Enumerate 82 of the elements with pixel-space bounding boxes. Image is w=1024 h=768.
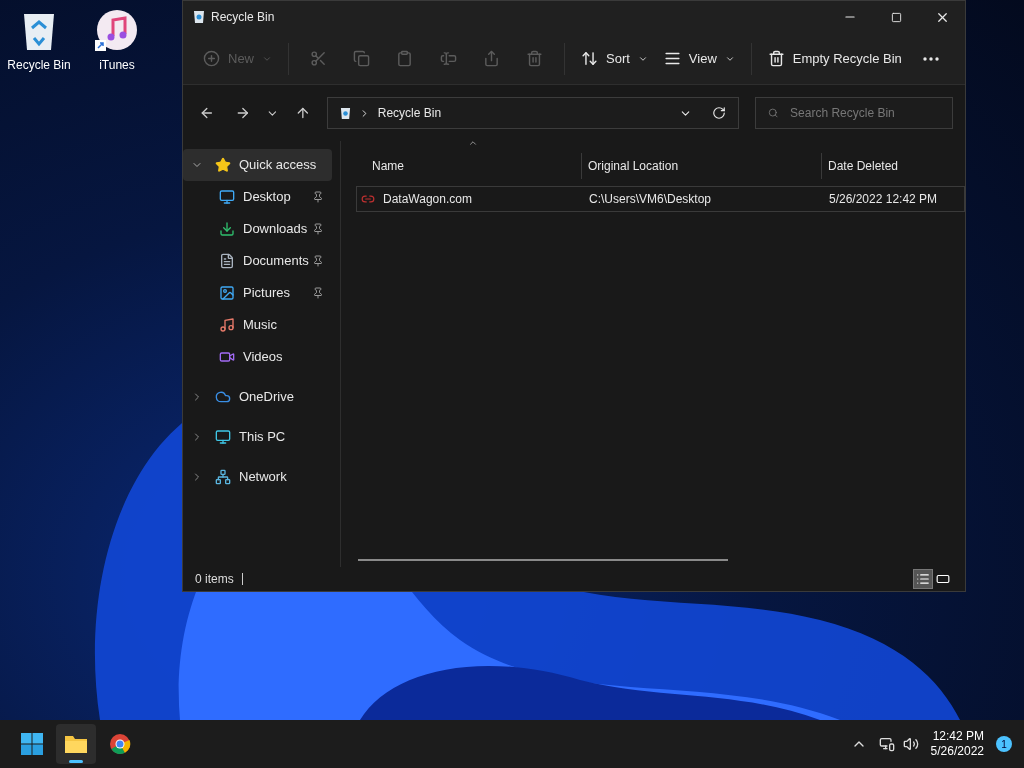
notification-badge[interactable]: 1 bbox=[996, 736, 1012, 752]
new-icon bbox=[203, 50, 220, 67]
refresh-icon[interactable] bbox=[711, 106, 726, 120]
music-icon bbox=[219, 317, 235, 333]
empty-button[interactable]: Empty Recycle Bin bbox=[759, 41, 910, 76]
sort-ascending-icon bbox=[468, 138, 478, 148]
pin-icon[interactable] bbox=[312, 191, 324, 203]
address-bar[interactable]: Recycle Bin bbox=[326, 97, 739, 129]
desktop-icon-label: Recycle Bin bbox=[7, 57, 71, 74]
sidebar-label: Music bbox=[243, 316, 278, 335]
sidebar-item[interactable]: Videos bbox=[183, 341, 332, 373]
search-field[interactable]: Search Recycle Bin bbox=[754, 97, 953, 129]
rectangle-icon bbox=[936, 572, 950, 586]
browser-logo-icon bbox=[109, 733, 131, 755]
details-view-button[interactable] bbox=[913, 569, 933, 589]
desktop-icon[interactable]: Recycle Bin bbox=[1, 8, 77, 74]
window-title: Recycle Bin bbox=[211, 9, 276, 26]
recycle-bin-icon bbox=[193, 10, 205, 24]
desktop-icon[interactable]: iTunes bbox=[79, 8, 155, 74]
column-header[interactable]: Name bbox=[356, 153, 582, 179]
video-icon bbox=[219, 349, 235, 365]
monitor-icon bbox=[219, 189, 235, 205]
sort-button[interactable]: Sort bbox=[573, 41, 656, 76]
column-header[interactable]: Date Deleted bbox=[822, 153, 899, 179]
sidebar-label: Network bbox=[239, 468, 288, 487]
clock[interactable]: 12:42 PM 5/26/2022 bbox=[930, 729, 984, 759]
sidebar-label: Quick access bbox=[239, 156, 318, 175]
horizontal-scrollbar[interactable] bbox=[358, 559, 728, 561]
sidebar-item[interactable]: Pictures bbox=[183, 277, 332, 309]
shortcut-file-icon bbox=[361, 192, 375, 206]
cloud-icon bbox=[215, 389, 231, 405]
pin-icon[interactable] bbox=[312, 287, 324, 299]
computer-icon bbox=[215, 429, 231, 445]
desktop-icon-label: iTunes bbox=[99, 57, 135, 74]
sidebar-label: Pictures bbox=[243, 284, 291, 303]
view-icon bbox=[663, 50, 681, 67]
sidebar-item[interactable]: OneDrive bbox=[183, 381, 332, 413]
column-header[interactable]: Original Location bbox=[582, 153, 822, 179]
table-cell-text: DataWagon.com bbox=[383, 191, 472, 208]
back-button[interactable] bbox=[199, 105, 215, 121]
sidebar-item[interactable]: Downloads bbox=[183, 213, 332, 245]
sidebar-item[interactable]: Music bbox=[183, 309, 332, 341]
sort-icon bbox=[581, 50, 598, 67]
sidebar-label: Videos bbox=[243, 348, 284, 367]
sidebar-item[interactable]: Quick access bbox=[183, 149, 332, 181]
sidebar-label: Desktop bbox=[243, 188, 292, 207]
sidebar-label: This PC bbox=[239, 428, 287, 447]
search-icon bbox=[767, 107, 779, 119]
sidebar-label: OneDrive bbox=[239, 388, 295, 407]
up-button[interactable] bbox=[295, 105, 311, 121]
windows-logo-icon bbox=[20, 732, 44, 756]
network-status-icon[interactable] bbox=[878, 736, 895, 752]
volume-icon[interactable] bbox=[902, 736, 919, 752]
sidebar-item[interactable]: This PC bbox=[183, 421, 332, 453]
table-cell-text: 5/26/2022 12:42 PM bbox=[828, 191, 938, 208]
sidebar-label: Documents bbox=[243, 252, 310, 271]
item-count: 0 items bbox=[195, 571, 234, 588]
pin-icon[interactable] bbox=[312, 255, 324, 267]
document-icon bbox=[219, 253, 235, 269]
recycle-bin-icon bbox=[339, 106, 351, 120]
view-button[interactable]: View bbox=[655, 41, 743, 76]
clock-date: 5/26/2022 bbox=[930, 744, 984, 759]
download-icon bbox=[219, 221, 235, 237]
folder-icon bbox=[64, 734, 88, 754]
address-path: Recycle Bin bbox=[377, 105, 443, 122]
list-icon bbox=[916, 572, 930, 586]
sidebar-label: Downloads bbox=[243, 220, 309, 239]
explorer-taskbar-button[interactable] bbox=[56, 724, 96, 764]
network-icon bbox=[215, 469, 231, 485]
sidebar-item[interactable]: Documents bbox=[183, 245, 332, 277]
sidebar-item[interactable]: Desktop bbox=[183, 181, 332, 213]
empty-icon bbox=[767, 50, 785, 67]
star-icon bbox=[215, 157, 231, 173]
search-input[interactable]: Search Recycle Bin bbox=[790, 104, 940, 122]
table-cell-text: C:\Users\VM6\Desktop bbox=[588, 191, 713, 208]
music-app-icon bbox=[95, 8, 139, 52]
clock-time: 12:42 PM bbox=[932, 729, 984, 744]
maximize-icon bbox=[890, 11, 902, 23]
sidebar-item[interactable]: Network bbox=[183, 461, 332, 493]
picture-icon bbox=[219, 285, 235, 301]
file-row[interactable]: DataWagon.com C:\Users\VM6\Desktop 5/26/2022 12:42 PM bbox=[356, 186, 965, 212]
pin-icon[interactable] bbox=[312, 223, 324, 235]
